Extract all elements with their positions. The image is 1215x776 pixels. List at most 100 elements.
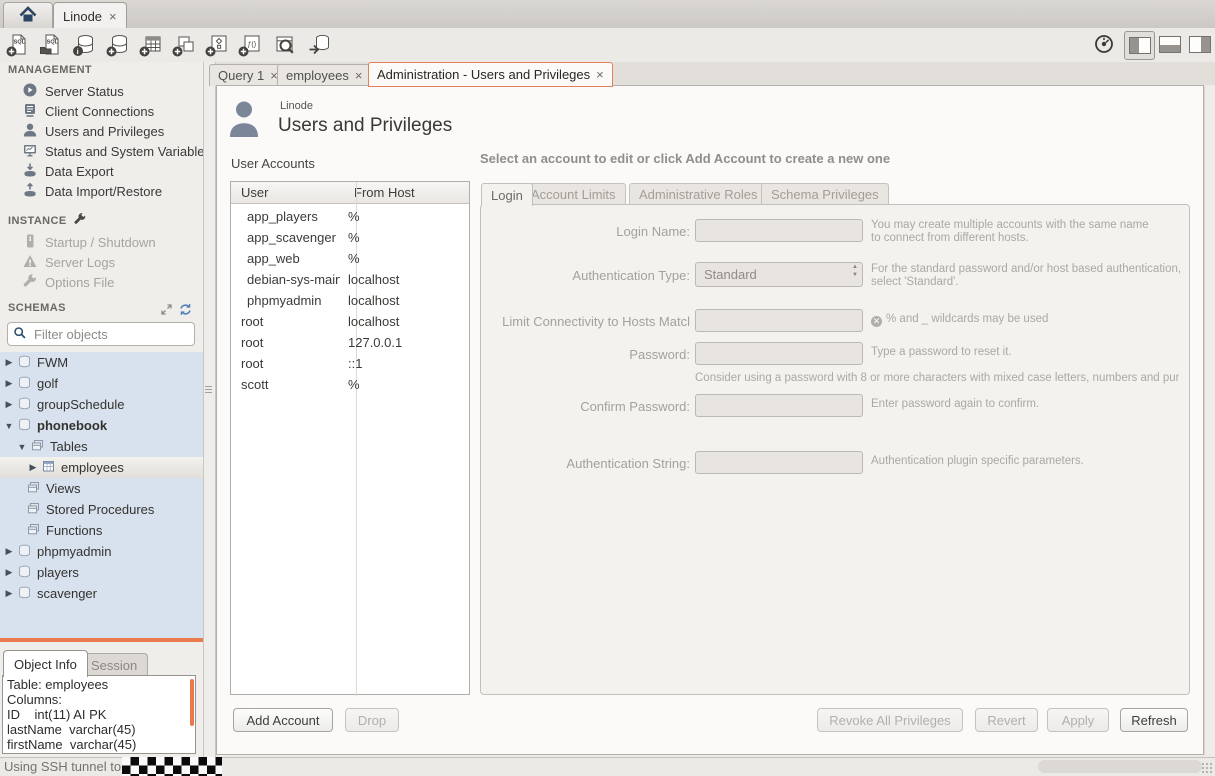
- server-icon: [22, 233, 38, 252]
- tree-item-golf[interactable]: ▶ golf: [0, 373, 203, 394]
- tab-schema-privileges[interactable]: Schema Privileges: [761, 183, 889, 205]
- open-sql-script-icon[interactable]: SQL: [37, 31, 65, 59]
- new-sql-tab-icon[interactable]: SQL: [4, 31, 32, 59]
- close-icon[interactable]: ×: [109, 10, 117, 23]
- data-import-icon: [22, 182, 38, 201]
- expand-arrow-icon[interactable]: ▶: [28, 462, 38, 473]
- tab-query-1[interactable]: Query 1 ×: [209, 64, 287, 86]
- tab-object-info[interactable]: Object Info: [3, 650, 88, 677]
- home-tab[interactable]: [3, 2, 53, 29]
- password-input: [695, 342, 863, 365]
- management-section-title: MANAGEMENT: [8, 64, 92, 76]
- procedures-folder-icon: [27, 502, 40, 518]
- editor-instruction: Select an account to edit or click Add A…: [480, 151, 890, 166]
- col-user[interactable]: User: [231, 185, 346, 200]
- tree-item-tables[interactable]: ▼ Tables: [0, 436, 203, 457]
- sidebar-item-status-system-variables[interactable]: Status and System Variables: [0, 141, 203, 161]
- sidebar-item-data-export[interactable]: Data Export: [0, 161, 203, 181]
- performance-dashboard-icon[interactable]: [1093, 33, 1115, 55]
- login-name-input: [695, 219, 863, 242]
- expand-arrow-icon[interactable]: ▶: [4, 588, 14, 599]
- schemas-refresh-icon[interactable]: [179, 303, 192, 319]
- right-scroll-strip[interactable]: [1204, 86, 1214, 755]
- create-table-icon[interactable]: [137, 31, 165, 59]
- home-icon: [18, 5, 38, 28]
- tree-item-fwm[interactable]: ▶ FWM: [0, 352, 203, 373]
- tree-item-functions[interactable]: Functions: [0, 520, 203, 541]
- panel-splitter-accent[interactable]: [0, 638, 203, 642]
- tree-item-phpmyadmin[interactable]: ▶ phpmyadmin: [0, 541, 203, 562]
- create-view-icon[interactable]: [170, 31, 198, 59]
- account-row[interactable]: app_web%: [231, 248, 469, 269]
- tab-session[interactable]: Session: [80, 653, 148, 677]
- create-procedure-icon[interactable]: [203, 31, 231, 59]
- limit-hosts-label: Limit Connectivity to Hosts Matcl: [480, 314, 690, 329]
- create-schema-icon[interactable]: [104, 31, 132, 59]
- drop-button[interactable]: Drop: [345, 708, 399, 732]
- confirm-password-label: Confirm Password:: [480, 399, 690, 414]
- tree-item-views[interactable]: Views: [0, 478, 203, 499]
- schemas-expand-icon[interactable]: [160, 303, 173, 319]
- accounts-header-row: User From Host: [231, 182, 469, 204]
- apply-button[interactable]: Apply: [1047, 708, 1109, 732]
- tree-item-players[interactable]: ▶ players: [0, 562, 203, 583]
- account-row[interactable]: scott%: [231, 374, 469, 395]
- sidebar-item-client-connections[interactable]: Client Connections: [0, 101, 203, 121]
- tree-item-scavenger[interactable]: ▶ scavenger: [0, 583, 203, 604]
- account-row[interactable]: phpmyadminlocalhost: [231, 290, 469, 311]
- add-account-button[interactable]: Add Account: [233, 708, 333, 732]
- resize-grip[interactable]: [1201, 762, 1214, 775]
- object-info-scrollbar[interactable]: [190, 679, 194, 726]
- inspect-database-icon[interactable]: i: [70, 31, 98, 59]
- revert-button[interactable]: Revert: [975, 708, 1038, 732]
- schemas-section-title: SCHEMAS: [8, 302, 66, 314]
- collapse-arrow-icon[interactable]: ▼: [17, 442, 27, 452]
- connection-tab-linode[interactable]: Linode ×: [53, 2, 127, 29]
- schema-filter-input[interactable]: [32, 326, 212, 343]
- expand-arrow-icon[interactable]: ▶: [4, 399, 14, 410]
- password-label: Password:: [480, 347, 690, 362]
- tab-administration-users-privileges[interactable]: Administration - Users and Privileges ×: [368, 62, 613, 87]
- sidebar-item-data-import[interactable]: Data Import/Restore: [0, 181, 203, 201]
- collapse-arrow-icon[interactable]: ▼: [4, 421, 14, 431]
- login-name-hint: You may create multiple accounts with th…: [871, 219, 1149, 245]
- schema-filter[interactable]: [7, 322, 195, 346]
- tab-login[interactable]: Login: [481, 183, 533, 206]
- tree-item-phonebook[interactable]: ▼ phonebook: [0, 415, 203, 436]
- splitter-grip[interactable]: [205, 386, 212, 393]
- account-row[interactable]: debian-sys-maintlocalhost: [231, 269, 469, 290]
- revoke-all-privileges-button[interactable]: Revoke All Privileges: [817, 708, 963, 732]
- sidebar-splitter[interactable]: [203, 62, 216, 757]
- password-note: Consider using a password with 8 or more…: [695, 372, 1179, 385]
- sidebar-item-server-status[interactable]: Server Status: [0, 81, 203, 101]
- auth-string-hint: Authentication plugin specific parameter…: [871, 455, 1084, 468]
- instance-section-title: INSTANCE: [8, 215, 67, 227]
- tree-item-employees[interactable]: ▶ employees: [0, 457, 203, 478]
- tree-item-groupschedule[interactable]: ▶ groupSchedule: [0, 394, 203, 415]
- wildcard-info-icon: ✕: [871, 316, 882, 327]
- account-row[interactable]: app_scavenger%: [231, 227, 469, 248]
- redacted-region: [122, 757, 222, 776]
- toggle-left-sidebar-button[interactable]: [1124, 31, 1155, 60]
- toggle-right-sidebar-button[interactable]: [1188, 33, 1212, 55]
- expand-arrow-icon[interactable]: ▶: [4, 357, 14, 368]
- account-row[interactable]: root127.0.0.1: [231, 332, 469, 353]
- account-row[interactable]: rootlocalhost: [231, 311, 469, 332]
- tree-item-stored-procedures[interactable]: Stored Procedures: [0, 499, 203, 520]
- tab-employees[interactable]: employees ×: [277, 64, 371, 86]
- expand-arrow-icon[interactable]: ▶: [4, 378, 14, 389]
- close-icon[interactable]: ×: [596, 68, 604, 81]
- account-row[interactable]: app_players%: [231, 206, 469, 227]
- reconnect-dbms-icon[interactable]: [305, 31, 333, 59]
- account-row[interactable]: root::1: [231, 353, 469, 374]
- tab-administrative-roles[interactable]: Administrative Roles: [629, 183, 768, 205]
- create-function-icon[interactable]: ƒ(): [236, 31, 264, 59]
- expand-arrow-icon[interactable]: ▶: [4, 546, 14, 557]
- sidebar-item-users-privileges[interactable]: Users and Privileges: [0, 121, 203, 141]
- tab-account-limits[interactable]: Account Limits: [521, 183, 626, 205]
- close-icon[interactable]: ×: [355, 69, 363, 82]
- toggle-bottom-output-button[interactable]: [1158, 33, 1182, 55]
- search-table-data-icon[interactable]: [270, 31, 298, 59]
- expand-arrow-icon[interactable]: ▶: [4, 567, 14, 578]
- refresh-button[interactable]: Refresh: [1120, 708, 1188, 732]
